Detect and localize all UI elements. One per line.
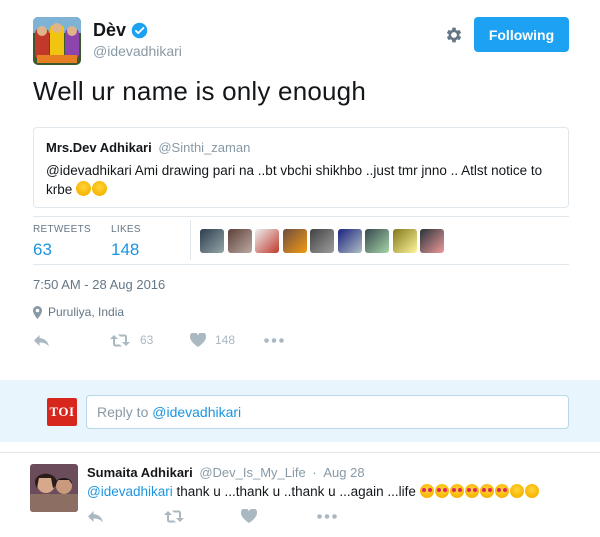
heart-icon [241, 509, 257, 523]
reply-tweet-actions [87, 509, 337, 523]
reply-placeholder-mention: @idevadhikari [152, 404, 242, 420]
tweet-text: Well ur name is only enough [33, 76, 366, 106]
reply-text-block: @idevadhikari thank u ...thank u ..thank… [87, 484, 540, 499]
quote-text: @idevadhikari Ami drawing pari na ..bt v… [46, 163, 543, 197]
reply-reply-action[interactable] [87, 510, 164, 523]
retweets-count[interactable]: 63 [33, 240, 91, 260]
likes-stat[interactable]: LIKES 148 [111, 224, 141, 260]
reply-separator [0, 452, 600, 453]
reply-author-handle[interactable]: @Dev_Is_My_Life [199, 465, 305, 480]
smiling-face-emoji-icon [92, 181, 108, 196]
quoted-tweet[interactable]: Mrs.Dev Adhikari @Sinthi_zaman @idevadhi… [33, 127, 569, 208]
like-count: 148 [215, 333, 236, 347]
more-dots-icon [264, 337, 284, 343]
quote-author-name: Mrs.Dev Adhikari [46, 140, 152, 155]
smiling-face-emoji-icon [76, 181, 92, 196]
more-action[interactable] [264, 337, 284, 343]
retweets-stat[interactable]: RETWEETS 63 [33, 224, 91, 260]
retweet-action[interactable]: 63 [110, 333, 190, 347]
more-dots-icon [317, 513, 337, 519]
stats-bottom-divider [33, 264, 569, 265]
liker-avatar[interactable] [227, 229, 252, 253]
likers-avatars [200, 229, 448, 253]
heart-eyes-emoji-icon [434, 484, 449, 498]
reply-icon [88, 510, 103, 522]
retweets-label: RETWEETS [33, 224, 91, 235]
retweet-icon [110, 334, 130, 346]
stats-top-divider [33, 216, 569, 217]
author-name-row[interactable]: Dèv [93, 20, 148, 41]
reply-text: thank u ...thank u ..thank u ...again ..… [172, 484, 416, 499]
kissing-face-emoji-icon [524, 484, 539, 498]
author-name[interactable]: Dèv [93, 20, 126, 41]
like-action[interactable]: 148 [190, 333, 264, 347]
following-button[interactable]: Following [474, 17, 569, 52]
location-text[interactable]: Puruliya, India [48, 305, 124, 319]
verified-badge-icon [131, 22, 148, 39]
liker-avatar[interactable] [282, 229, 307, 253]
reply-author-name[interactable]: Sumaita Adhikari [87, 465, 193, 480]
main-tweet: Dèv @idevadhikari Following Well ur name… [0, 0, 600, 380]
tweet-actions: 63 148 [33, 333, 284, 347]
tweet-location[interactable]: Puruliya, India [33, 305, 124, 319]
retweet-count: 63 [140, 333, 154, 347]
tweet-timestamp[interactable]: 7:50 AM - 28 Aug 2016 [33, 277, 165, 292]
liker-avatar[interactable] [420, 229, 444, 253]
reply-icon [34, 334, 49, 346]
reply-mention[interactable]: @idevadhikari [87, 484, 173, 499]
quote-author-handle: @Sinthi_zaman [158, 140, 251, 155]
reply-more-action[interactable] [317, 513, 337, 519]
reply-retweet-action[interactable] [164, 510, 241, 523]
heart-eyes-emoji-icon [494, 484, 509, 498]
heart-icon [190, 333, 206, 347]
reply-date[interactable]: Aug 28 [323, 465, 364, 480]
reply-like-action[interactable] [241, 509, 317, 523]
author-handle[interactable]: @idevadhikari [93, 43, 182, 59]
reply-action[interactable] [33, 334, 110, 347]
likes-count[interactable]: 148 [111, 240, 141, 260]
liker-avatar[interactable] [365, 229, 389, 253]
heart-eyes-emoji-icon [419, 484, 434, 498]
heart-eyes-emoji-icon [464, 484, 479, 498]
reply-header: Sumaita Adhikari @Dev_Is_My_Life · Aug 2… [87, 465, 365, 480]
quote-header: Mrs.Dev Adhikari @Sinthi_zaman [46, 140, 250, 155]
quote-text-block: @idevadhikari Ami drawing pari na ..bt v… [46, 161, 551, 199]
toi-logo: TOI [47, 398, 77, 426]
reply-dot-separator: · [312, 465, 317, 480]
liker-avatar[interactable] [310, 229, 334, 253]
gear-icon[interactable] [444, 25, 464, 45]
reply-author-avatar[interactable] [30, 464, 78, 512]
heart-eyes-emoji-icon [449, 484, 464, 498]
liker-avatar[interactable] [200, 229, 224, 253]
location-pin-icon [33, 305, 42, 319]
kissing-face-emoji-icon [509, 484, 524, 498]
retweet-icon [164, 510, 184, 522]
liker-avatar[interactable] [392, 229, 417, 253]
liker-avatar[interactable] [337, 229, 362, 253]
heart-eyes-emoji-icon [479, 484, 494, 498]
liker-avatar[interactable] [255, 229, 279, 253]
reply-placeholder-prefix: Reply to [97, 404, 153, 420]
reply-input[interactable]: Reply to @idevadhikari [86, 395, 569, 429]
likes-label: LIKES [111, 224, 141, 235]
stats-divider [190, 220, 191, 260]
author-avatar[interactable] [33, 17, 81, 65]
